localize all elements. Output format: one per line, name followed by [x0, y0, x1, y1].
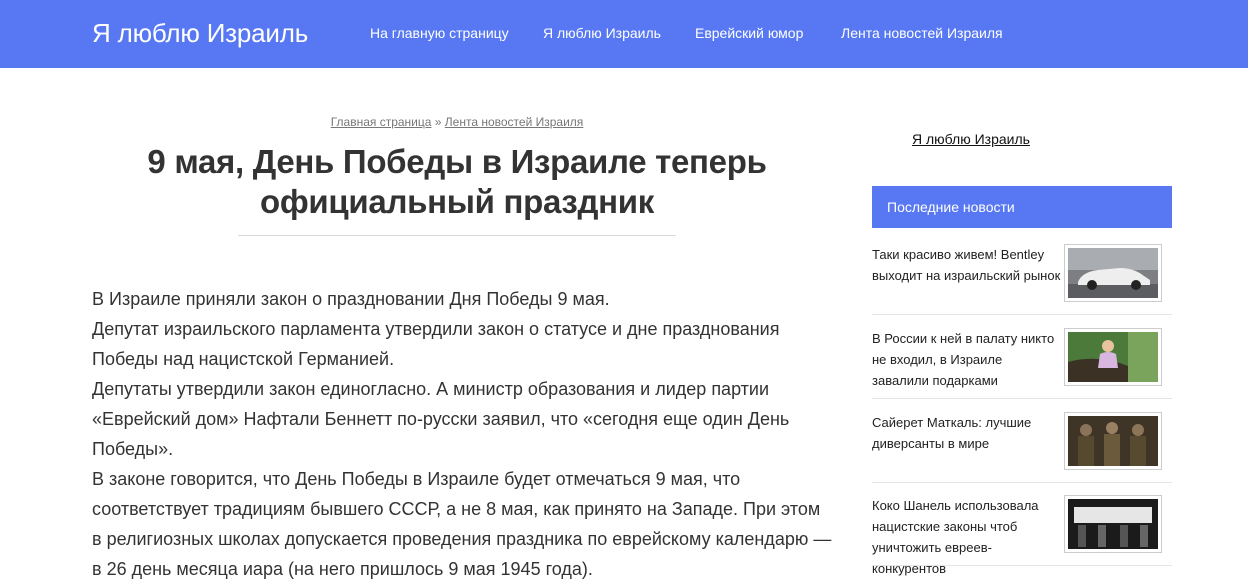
news-divider	[872, 565, 1172, 566]
nav-item-home[interactable]: На главную страницу	[370, 25, 509, 41]
breadcrumb-category[interactable]: Лента новостей Израиля	[445, 115, 584, 129]
breadcrumb-separator: »	[434, 115, 442, 129]
article-body: В Израиле приняли закон о праздновании Д…	[92, 284, 832, 584]
news-item-title[interactable]: Сайерет Маткаль: лучшие диверсанты в мир…	[872, 412, 1062, 454]
title-divider	[238, 235, 676, 236]
news-divider	[872, 482, 1172, 483]
news-divider	[872, 398, 1172, 399]
breadcrumb: Главная страница » Лента новостей Израил…	[92, 115, 822, 129]
news-divider	[872, 314, 1172, 315]
news-item-thumbnail[interactable]	[1064, 495, 1162, 553]
site-header: Я люблю Израиль На главную страницу Я лю…	[0, 0, 1248, 68]
sidebar-link-love-israel[interactable]: Я люблю Израиль	[912, 131, 1030, 147]
car-photo-icon	[1068, 248, 1158, 298]
news-item-title[interactable]: Коко Шанель использовала нацистские зако…	[872, 495, 1062, 579]
news-item-thumbnail[interactable]	[1064, 328, 1162, 386]
person-photo-icon	[1068, 332, 1158, 382]
nav-item-love-israel[interactable]: Я люблю Израиль	[543, 25, 661, 41]
article-paragraph: В законе говорится, что День Победы в Из…	[92, 469, 832, 579]
nav-item-jewish-humor[interactable]: Еврейский юмор	[695, 25, 803, 41]
news-item-title[interactable]: Таки красиво живем! Bentley выходит на и…	[872, 244, 1062, 286]
article-paragraph: В Израиле приняли закон о праздновании Д…	[92, 289, 610, 309]
nav-item-news-feed[interactable]: Лента новостей Израиля	[841, 25, 1003, 41]
news-item-thumbnail[interactable]	[1064, 412, 1162, 470]
latest-news-header: Последние новости	[872, 186, 1172, 228]
soldiers-photo-icon	[1068, 416, 1158, 466]
article-paragraph: Депутаты утвердили закон единогласно. А …	[92, 379, 790, 459]
news-item-thumbnail[interactable]	[1064, 244, 1162, 302]
site-logo[interactable]: Я люблю Израиль	[92, 18, 308, 49]
news-item-title[interactable]: В России к ней в палату никто не входил,…	[872, 328, 1062, 391]
article-paragraph: Депутат израильского парламента утвердил…	[92, 319, 780, 369]
breadcrumb-home[interactable]: Главная страница	[331, 115, 432, 129]
street-photo-icon	[1068, 499, 1158, 549]
article-title: 9 мая, День Победы в Израиле теперь офиц…	[147, 143, 767, 220]
